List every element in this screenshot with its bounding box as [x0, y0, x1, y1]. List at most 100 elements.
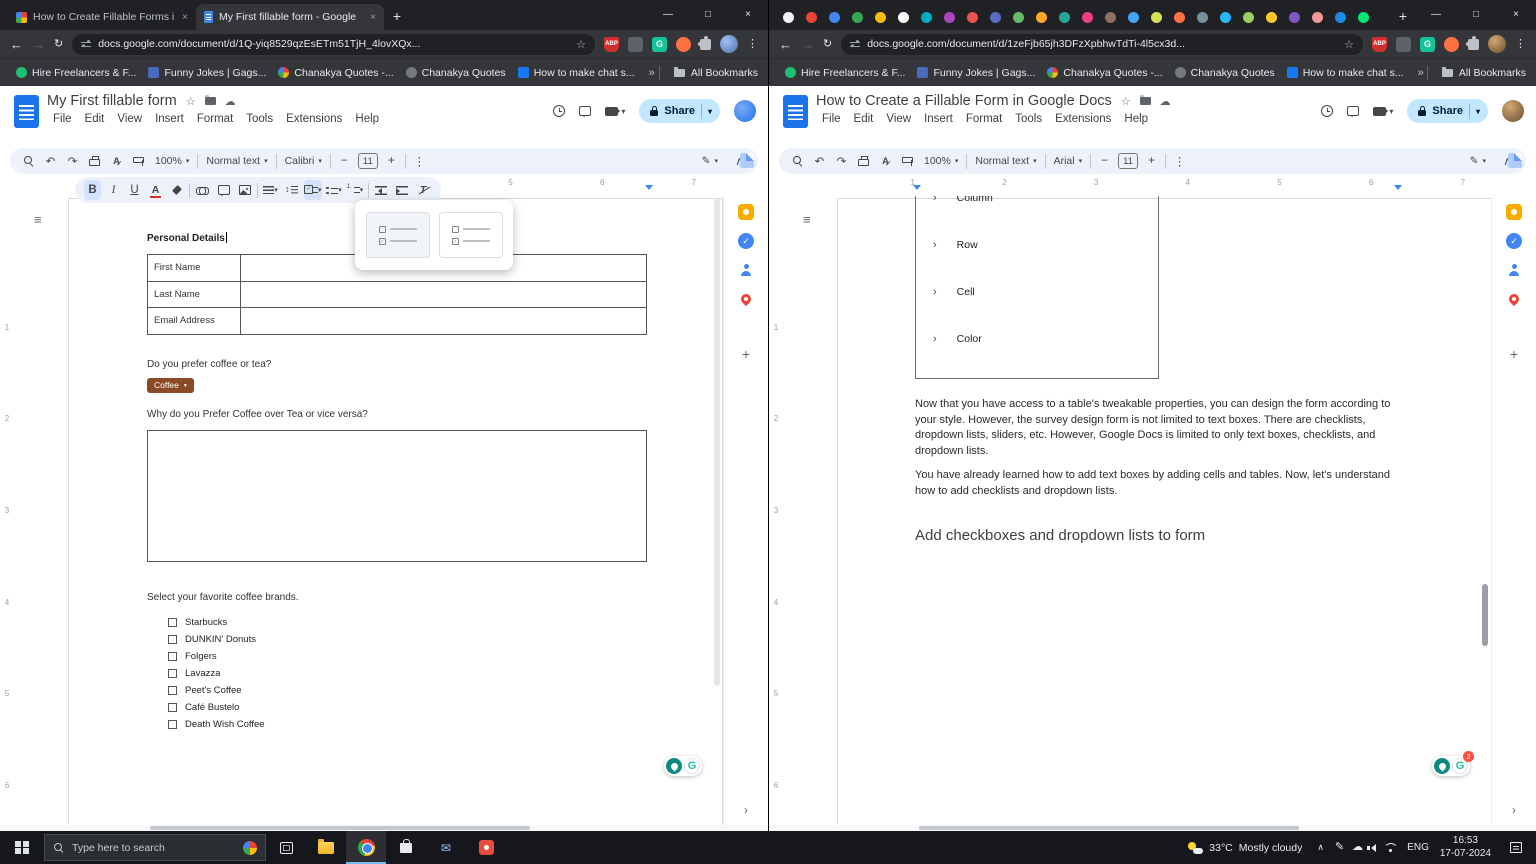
- menu-item[interactable]: Help: [1118, 112, 1154, 126]
- version-history-button[interactable]: [553, 105, 565, 117]
- bookmark-item[interactable]: Funny Jokes | Gags...: [911, 65, 1041, 81]
- back-button[interactable]: ←: [10, 38, 23, 51]
- doc-checklist-item[interactable]: Lavazza: [168, 665, 645, 682]
- get-addons-icon[interactable]: +: [1506, 346, 1522, 362]
- close-button[interactable]: ×: [1496, 0, 1536, 28]
- bookmarks-overflow-icon[interactable]: »: [1418, 67, 1424, 79]
- bold-button[interactable]: B: [84, 180, 101, 200]
- menu-item[interactable]: Tools: [240, 112, 279, 126]
- print-button[interactable]: [86, 151, 103, 171]
- browser-tab[interactable]: [915, 5, 938, 30]
- browser-tab-active[interactable]: My First fillable form - Google ×: [196, 4, 384, 30]
- get-addons-icon[interactable]: +: [738, 346, 754, 362]
- zoom-select[interactable]: 100%▾: [152, 155, 192, 167]
- chevron-right-icon[interactable]: ›: [933, 196, 937, 204]
- search-menus-button[interactable]: [789, 151, 806, 171]
- italic-button[interactable]: I: [105, 180, 122, 200]
- browser-tab[interactable]: [1168, 5, 1191, 30]
- left-indent-marker[interactable]: [913, 185, 921, 194]
- bookmark-item[interactable]: Chanakya Quotes: [400, 65, 512, 81]
- browser-tab[interactable]: [1329, 5, 1352, 30]
- browser-tab[interactable]: [1145, 5, 1168, 30]
- language-indicator[interactable]: ENG: [1407, 842, 1429, 853]
- menu-item[interactable]: Tools: [1009, 112, 1048, 126]
- grammarly-extension-icon[interactable]: G: [1420, 37, 1435, 52]
- bookmark-star-icon[interactable]: ☆: [1344, 38, 1354, 51]
- google-keep-icon[interactable]: [738, 204, 754, 220]
- document-title[interactable]: How to Create a Fillable Form in Google …: [816, 93, 1112, 109]
- menu-item[interactable]: Help: [349, 112, 385, 126]
- meet-button[interactable]: ▾: [605, 107, 625, 116]
- share-menu-caret[interactable]: ▾: [701, 104, 714, 119]
- menu-item[interactable]: View: [111, 112, 148, 126]
- comments-button[interactable]: [1347, 106, 1359, 116]
- move-folder-icon[interactable]: [205, 97, 216, 105]
- spell-check-button[interactable]: A✓: [108, 151, 125, 171]
- extension-icon[interactable]: [1444, 37, 1459, 52]
- all-bookmarks-button[interactable]: All Bookmarks: [659, 66, 758, 80]
- onedrive-cloud-icon[interactable]: ☁: [1352, 842, 1363, 853]
- side-panel-icon[interactable]: [1508, 153, 1522, 168]
- menu-item[interactable]: Edit: [79, 112, 111, 126]
- grammarly-extension-icon[interactable]: G: [652, 37, 667, 52]
- form-table-row[interactable]: Last Name: [148, 282, 646, 309]
- bookmark-item[interactable]: How to make chat s...: [1281, 65, 1410, 81]
- extension-icon[interactable]: [1396, 37, 1411, 52]
- table-property-row[interactable]: › Row: [916, 221, 1158, 268]
- scrollbar-thumb[interactable]: [919, 826, 1299, 830]
- browser-tab[interactable]: [1007, 5, 1030, 30]
- adblock-extension-icon[interactable]: ABP: [1372, 37, 1387, 52]
- pen-icon[interactable]: ✎: [1335, 842, 1344, 853]
- maximize-button[interactable]: □: [1456, 0, 1496, 28]
- google-maps-icon[interactable]: [1506, 291, 1522, 307]
- address-bar[interactable]: docs.google.com/document/d/1Q-yiq8529qzE…: [72, 34, 595, 55]
- table-property-row[interactable]: › Cell: [916, 268, 1158, 315]
- scrollbar-thumb[interactable]: [150, 826, 530, 830]
- menu-item[interactable]: File: [816, 112, 847, 126]
- font-select[interactable]: Calibri▾: [282, 155, 325, 167]
- toolbar-overflow-button[interactable]: ⋮: [1171, 151, 1188, 171]
- browser-tab[interactable]: [961, 5, 984, 30]
- taskbar-search[interactable]: Type here to search: [44, 834, 266, 861]
- browser-tab[interactable]: [1191, 5, 1214, 30]
- menu-item[interactable]: Edit: [848, 112, 880, 126]
- move-folder-icon[interactable]: [1140, 97, 1151, 105]
- paragraph-style-select[interactable]: Normal text▾: [972, 155, 1039, 167]
- font-select[interactable]: Arial▾: [1051, 155, 1086, 167]
- document-title[interactable]: My First fillable form: [47, 93, 177, 109]
- store-taskbar-button[interactable]: [386, 831, 426, 864]
- side-panel-icon[interactable]: [740, 153, 754, 168]
- doc-checklist-item[interactable]: Café Bustelo: [168, 699, 645, 716]
- chrome-taskbar-button[interactable]: [346, 831, 386, 864]
- app-taskbar-button[interactable]: [466, 831, 506, 864]
- bookmark-item[interactable]: Chanakya Quotes -...: [1041, 65, 1168, 81]
- add-comment-button[interactable]: [215, 180, 232, 200]
- notification-center-icon[interactable]: [1510, 842, 1522, 853]
- toolbar-overflow-button[interactable]: ⋮: [411, 151, 428, 171]
- browser-tab[interactable]: [823, 5, 846, 30]
- grammarly-widget[interactable]: G 2: [1432, 756, 1470, 776]
- star-document-icon[interactable]: ☆: [186, 95, 196, 108]
- google-contacts-icon[interactable]: [1506, 262, 1522, 278]
- task-view-button[interactable]: [266, 831, 306, 864]
- account-avatar[interactable]: [734, 100, 756, 122]
- collapse-panel-icon[interactable]: ›: [724, 803, 768, 817]
- refresh-button[interactable]: ↻: [823, 39, 832, 50]
- form-field-input[interactable]: [241, 282, 646, 308]
- new-tab-button[interactable]: +: [384, 3, 410, 29]
- print-button[interactable]: [855, 151, 872, 171]
- undo-button[interactable]: ↶: [811, 151, 828, 171]
- table-property-row[interactable]: › Column: [916, 196, 1158, 221]
- minimize-button[interactable]: —: [1416, 0, 1456, 28]
- google-contacts-icon[interactable]: [738, 262, 754, 278]
- search-highlights-icon[interactable]: [243, 841, 257, 855]
- form-field-input[interactable]: [241, 308, 646, 334]
- scrollbar-thumb[interactable]: [1482, 584, 1488, 646]
- version-history-button[interactable]: [1321, 105, 1333, 117]
- checkbox-icon[interactable]: [168, 669, 177, 678]
- chevron-right-icon[interactable]: ›: [933, 333, 937, 345]
- clear-formatting-button[interactable]: T: [415, 180, 432, 200]
- font-size-increase[interactable]: +: [1143, 151, 1160, 171]
- bookmark-star-icon[interactable]: ☆: [576, 38, 586, 51]
- tray-expand-icon[interactable]: ∧: [1317, 842, 1324, 853]
